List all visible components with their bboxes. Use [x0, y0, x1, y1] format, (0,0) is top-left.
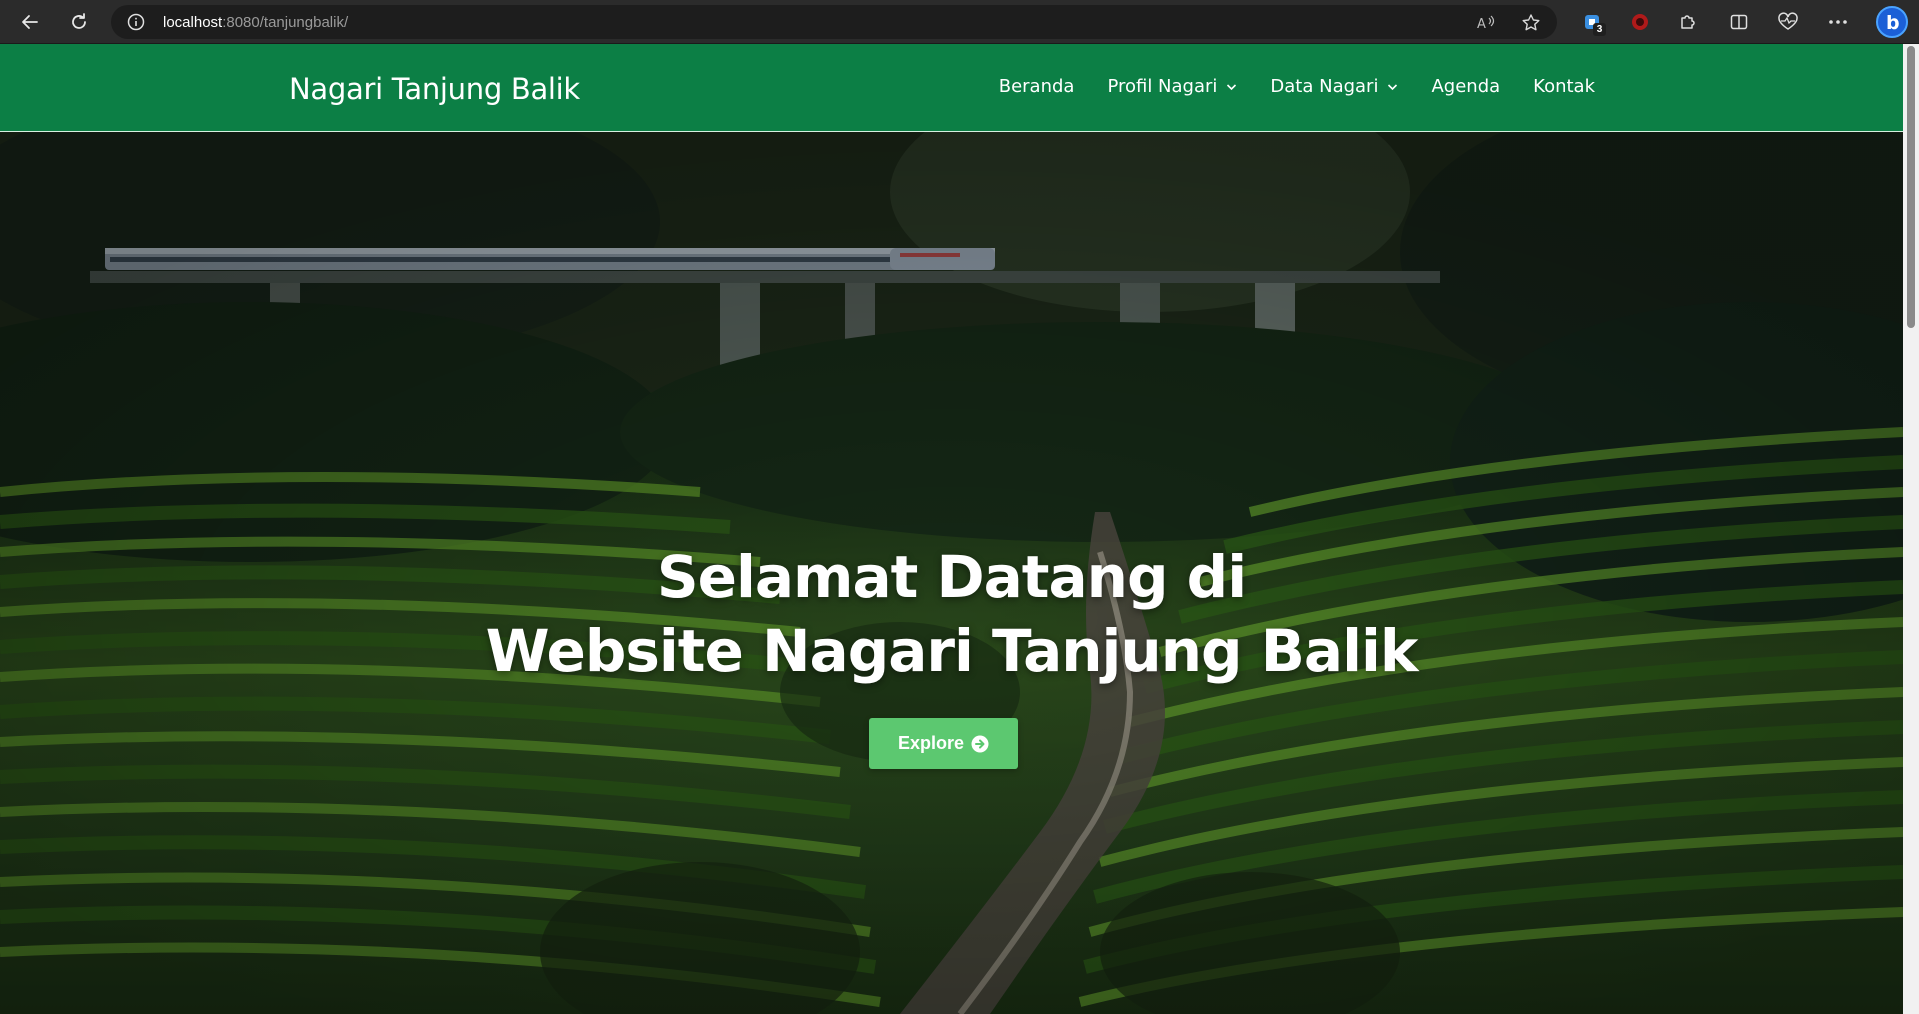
nav-profil-nagari-label: Profil Nagari — [1107, 76, 1218, 97]
nav-data-nagari-label: Data Nagari — [1270, 76, 1379, 97]
favorite-star-icon[interactable] — [1520, 12, 1542, 34]
browser-essentials-heart-icon[interactable] — [1774, 8, 1802, 36]
nav-kontak-label: Kontak — [1533, 76, 1595, 97]
extensions-puzzle-icon[interactable] — [1674, 8, 1702, 36]
svg-text:b: b — [1886, 12, 1900, 34]
chevron-down-icon — [1226, 83, 1237, 91]
more-menu-icon[interactable] — [1824, 8, 1852, 36]
url-text[interactable]: localhost:8080/tanjungbalik/ — [163, 14, 348, 31]
nav-agenda[interactable]: Agenda — [1431, 76, 1500, 97]
read-aloud-icon[interactable]: A — [1475, 12, 1497, 34]
extension-blue-icon[interactable]: 3 — [1578, 8, 1606, 36]
explore-button[interactable]: Explore — [869, 718, 1018, 769]
extension-badge: 3 — [1593, 23, 1606, 36]
nav-beranda-label: Beranda — [998, 76, 1075, 97]
main-menu: Beranda Profil Nagari Data Nagari Agenda… — [966, 76, 1595, 97]
url-host: localhost — [163, 14, 223, 31]
site-brand[interactable]: Nagari Tanjung Balik — [289, 72, 580, 106]
arrow-circle-right-icon — [971, 735, 989, 753]
chevron-down-icon — [1387, 83, 1398, 91]
hero-title-line2: Website Nagari Tanjung Balik — [485, 617, 1419, 685]
extension-red-icon[interactable] — [1626, 8, 1654, 36]
browser-toolbar: localhost:8080/tanjungbalik/ A 3 b — [0, 0, 1919, 44]
reload-icon — [72, 13, 86, 29]
nav-profil-nagari[interactable]: Profil Nagari — [1107, 76, 1237, 97]
nav-data-nagari[interactable]: Data Nagari — [1270, 76, 1398, 97]
site-info-icon[interactable] — [127, 13, 145, 36]
hero-title-line1: Selamat Datang di — [656, 543, 1247, 611]
url-path: :8080/tanjungbalik/ — [222, 14, 349, 31]
reload-button[interactable] — [65, 8, 93, 36]
site-navbar: Nagari Tanjung Balik Beranda Profil Naga… — [0, 44, 1903, 132]
back-button[interactable] — [16, 8, 44, 36]
copilot-icon[interactable]: b — [1875, 5, 1909, 39]
address-bar[interactable]: localhost:8080/tanjungbalik/ A — [111, 5, 1557, 39]
split-screen-icon[interactable] — [1725, 8, 1753, 36]
svg-text:A: A — [1477, 17, 1486, 32]
nav-kontak[interactable]: Kontak — [1533, 76, 1595, 97]
explore-button-label: Explore — [897, 733, 965, 753]
nav-beranda[interactable]: Beranda — [999, 76, 1075, 97]
hero-section: Selamat Datang di Website Nagari Tanjung… — [0, 132, 1903, 1014]
nav-agenda-label: Agenda — [1431, 76, 1501, 97]
page-viewport: Nagari Tanjung Balik Beranda Profil Naga… — [0, 44, 1903, 1014]
back-arrow-icon — [22, 15, 38, 29]
scrollbar-thumb[interactable] — [1907, 46, 1915, 328]
page-scrollbar[interactable] — [1903, 44, 1919, 1014]
